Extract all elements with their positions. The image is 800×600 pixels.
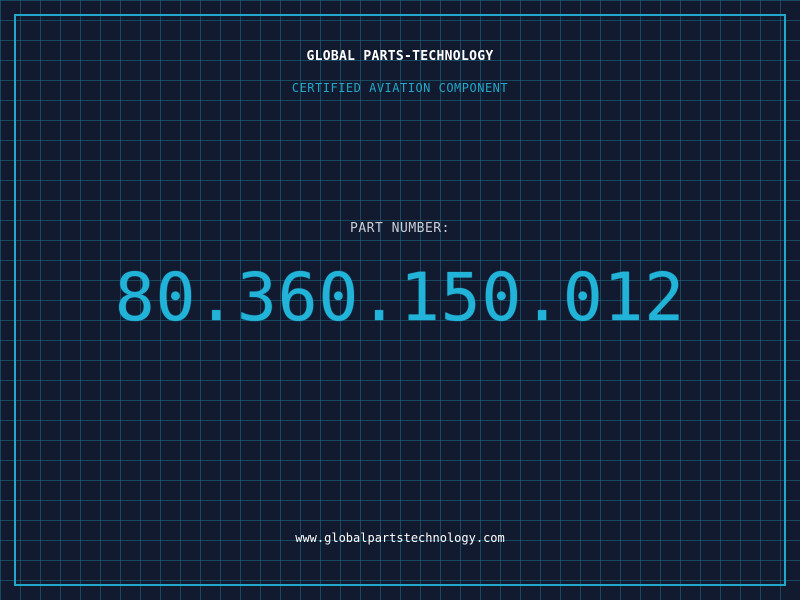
- website-url: www.globalpartstechnology.com: [295, 531, 505, 545]
- part-label-card: GLOBAL PARTS-TECHNOLOGY CERTIFIED AVIATI…: [0, 0, 800, 600]
- company-name: GLOBAL PARTS-TECHNOLOGY: [306, 49, 494, 64]
- certification-tagline: CERTIFIED AVIATION COMPONENT: [291, 81, 509, 95]
- part-number-label: PART NUMBER:: [350, 221, 450, 236]
- part-number-value: 80.360.150.012: [114, 259, 686, 336]
